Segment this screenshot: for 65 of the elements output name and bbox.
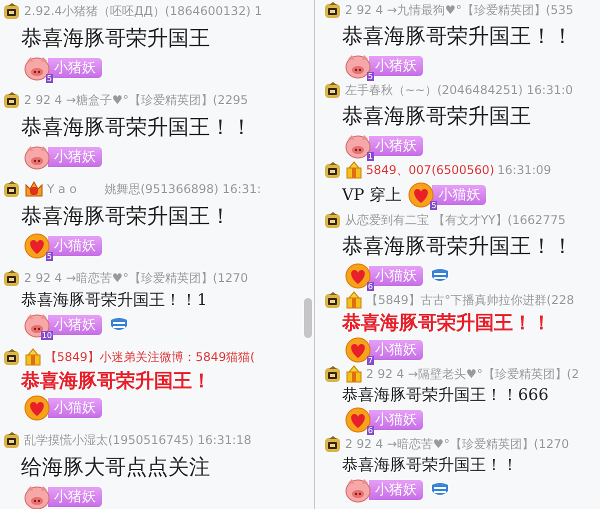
user-info: 乱学摸慌小湿太(1950516745) 16:31:18 (24, 432, 252, 448)
user-info: 2 92 4 →暗恋苦♥°【珍爱精英团】(1270 (345, 436, 570, 452)
message-text: 给海豚大哥点点关注 (21, 454, 210, 481)
title-badge: 小猫妖 (48, 398, 102, 418)
title-badge: 小猪妖 (48, 147, 102, 167)
message-text: 恭喜海豚哥荣升国王 (342, 103, 531, 130)
message-text: 恭喜海豚哥荣升国王！！ (342, 23, 573, 50)
level-number: 1 (366, 152, 374, 161)
user-info: 【5849】古古°下播真帅拉你进群(228 (366, 292, 574, 308)
title-badge: 小猪妖 (369, 480, 423, 500)
rank-icon (324, 365, 342, 383)
user-info: Y a o 姚舞思(951366898) 16:31: (47, 180, 261, 198)
pig-icon (23, 55, 51, 81)
user-info: 2 92 4 →隔壁老头♥°【珍爱精英团】(2 (366, 366, 580, 382)
user-info: 16:31:09 (497, 163, 552, 177)
rank-icon (324, 435, 342, 453)
message-text: VP 穿上 (342, 184, 402, 206)
message-text: 恭喜海豚哥荣升国王！！ (342, 233, 573, 260)
rank-icon (3, 269, 21, 287)
user-info: 2 92 4 →九情最狗♥°【珍爱精英团】(535 (345, 2, 574, 18)
level-number: 6 (366, 426, 374, 435)
user-info: 2 92 4 →暗恋苦♥°【珍爱精英团】(1270 (24, 270, 248, 286)
gift-icon (345, 161, 363, 179)
message-text: 恭喜海豚哥荣升国王！ (21, 203, 231, 230)
message-text: 恭喜海豚哥荣升国王！！666 (342, 384, 549, 406)
rank-icon (324, 1, 342, 19)
pig-icon (344, 53, 372, 79)
pig-icon (344, 133, 372, 159)
user-info: 从恋爱到有二宝 【有文才YY】(1662775 (345, 212, 566, 228)
level-number: 7 (366, 356, 374, 365)
rank-icon (324, 161, 342, 179)
rank-icon (324, 211, 342, 229)
title-badge: 小猪妖 (48, 487, 102, 507)
level-number: 5 (46, 252, 53, 261)
message-text: 恭喜海豚哥荣升国王 (21, 25, 210, 52)
message-text: 恭喜海豚哥荣升国王！ (21, 369, 211, 394)
rank-icon (324, 291, 342, 309)
rank-icon (3, 348, 21, 366)
level-number: 6 (366, 282, 374, 291)
level-number: 5 (46, 74, 53, 83)
user-name: 5849、007(6500560) (366, 162, 494, 178)
pig-icon (23, 484, 51, 509)
message-text: 恭喜海豚哥荣升国王！！ (21, 114, 252, 141)
level-number: 10 (40, 331, 53, 340)
pig-icon (344, 477, 372, 503)
crown-icon (24, 180, 44, 198)
rank-icon (3, 180, 21, 198)
message-text: 恭喜海豚哥荣升国王！！ (342, 311, 551, 336)
user-info: 2 92 4 →糖盒子♥°【珍爱精英团】(2295 (24, 92, 248, 108)
user-name: 【5849】小迷弟关注微博：5849猫猫( (45, 348, 255, 366)
rank-icon (324, 81, 342, 99)
message-text: 恭喜海豚哥荣升国王！！ (342, 454, 518, 476)
rank-icon (3, 431, 21, 449)
user-info: 左手春秋（~~）(2046484251) 16:31:0 (345, 82, 573, 98)
rank-icon (3, 91, 21, 109)
gift-icon (345, 365, 363, 383)
gift-icon (345, 291, 363, 309)
level-number: 5 (366, 72, 374, 81)
level-number: 5 (430, 201, 438, 210)
rank-icon (3, 2, 21, 20)
scrollbar-thumb[interactable] (304, 298, 312, 338)
user-info: 2.92.4小猪猪（呸呸ДД）(1864600132) 1 (24, 2, 262, 20)
gift-icon (24, 348, 42, 366)
pig-icon (23, 144, 51, 170)
message-text: 恭喜海豚哥荣升国王！！1 (21, 289, 208, 311)
